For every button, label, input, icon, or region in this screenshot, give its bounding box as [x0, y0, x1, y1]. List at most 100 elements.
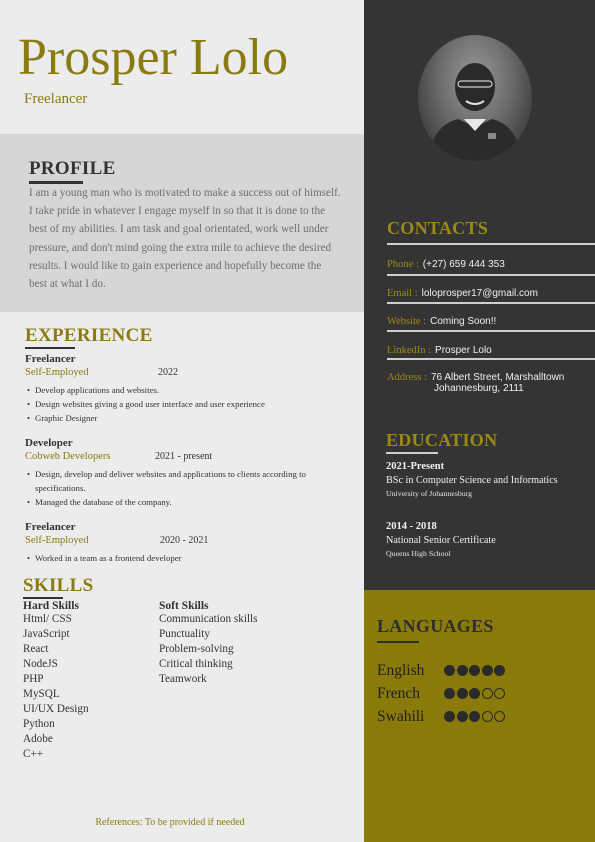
skill-item: MySQL	[23, 688, 60, 700]
skill-item: UI/UX Design	[23, 703, 89, 715]
skill-item: Python	[23, 718, 55, 730]
skill-item: NodeJS	[23, 658, 58, 670]
language-name: French	[377, 685, 421, 702]
contacts-divider	[387, 358, 595, 360]
empty-dot-icon	[494, 711, 505, 722]
person-silhouette-icon	[428, 63, 522, 161]
education-heading: EDUCATION	[386, 430, 498, 450]
filled-dot-icon	[444, 688, 455, 699]
linkedin-label: LinkedIn :	[387, 345, 432, 356]
education-school: Queens High School	[386, 549, 451, 558]
job-title: Developer	[25, 437, 73, 449]
education-date: 2014 - 2018	[386, 521, 437, 532]
skills-heading-underline	[23, 597, 63, 599]
skill-item: PHP	[23, 673, 44, 685]
soft-skills: Soft Skills Communication skills Punctua…	[159, 600, 349, 687]
experience-item: Developer Cobweb Developers 2021 - prese…	[25, 437, 355, 509]
filled-dot-icon	[444, 665, 455, 676]
filled-dot-icon	[456, 665, 468, 676]
proficiency-dots	[444, 711, 507, 724]
contacts-divider	[387, 302, 595, 304]
skill-item: Adobe	[23, 733, 53, 745]
address-line-2: Johannesburg, 2111	[434, 383, 524, 394]
contact-linkedin: LinkedIn : Prosper Lolo	[387, 340, 492, 358]
references-note: References: To be provided if needed	[95, 817, 245, 828]
hard-skills: Hard Skills Html/ CSS JavaScript React N…	[23, 600, 153, 762]
job-bullet: Managed the database of the company.	[25, 495, 355, 509]
contacts-heading: CONTACTS	[387, 218, 489, 238]
education-item: 2021-Present BSc in Computer Science and…	[386, 461, 591, 498]
job-title: Freelancer	[25, 521, 76, 533]
phone-value[interactable]: (+27) 659 444 353	[423, 259, 505, 270]
proficiency-dots	[444, 688, 507, 701]
contacts-divider	[387, 274, 595, 276]
skill-item: React	[23, 643, 49, 655]
skill-item: Html/ CSS	[23, 613, 72, 625]
address-label: Address :	[387, 372, 427, 383]
email-link[interactable]: loloprosper17@gmail.com	[422, 288, 538, 299]
contacts-divider	[387, 330, 595, 332]
filled-dot-icon	[469, 711, 480, 722]
job-date: 2021 - present	[155, 451, 213, 462]
experience-heading: EXPERIENCE	[25, 325, 153, 346]
language-name: Swahili	[377, 708, 425, 725]
empty-dot-icon	[481, 711, 493, 722]
job-date: 2020 - 2021	[160, 535, 209, 546]
profile-heading: PROFILE	[29, 158, 116, 179]
job-bullet: Design, develop and deliver websites and…	[25, 467, 355, 495]
job-bullet: Worked in a team as a frontend developer	[25, 551, 355, 565]
filled-dot-icon	[456, 711, 468, 722]
soft-skills-heading: Soft Skills	[159, 600, 209, 612]
skill-item: Problem-solving	[159, 643, 234, 655]
hard-skills-heading: Hard Skills	[23, 600, 79, 612]
job-company: Self-Employed	[25, 535, 89, 546]
education-school: University of Johannesburg	[386, 489, 473, 498]
education-heading-underline	[386, 452, 438, 454]
job-bullet: Develop applications and websites.	[25, 383, 355, 397]
job-bullet: Graphic Designer	[25, 411, 355, 425]
education-degree: BSc in Computer Science and Informatics	[386, 475, 558, 486]
job-company: Cobweb Developers	[25, 451, 111, 462]
experience-heading-underline	[25, 347, 75, 349]
skill-item: C++	[23, 748, 44, 760]
phone-label: Phone :	[387, 259, 419, 270]
job-title: Freelancer	[25, 353, 76, 365]
filled-dot-icon	[481, 665, 493, 676]
skill-item: JavaScript	[23, 628, 70, 640]
filled-dot-icon	[469, 688, 480, 699]
linkedin-link[interactable]: Prosper Lolo	[435, 345, 492, 356]
profile-text: I am a young man who is motivated to mak…	[29, 187, 341, 291]
contact-email: Email : loloprosper17@gmail.com	[387, 283, 538, 301]
address-line-1: 76 Albert Street, Marshalltown	[430, 372, 565, 383]
contact-website: Website : Coming Soon!!	[387, 311, 496, 329]
filled-dot-icon	[469, 665, 480, 676]
skill-item: Critical thinking	[159, 658, 233, 670]
proficiency-dots	[444, 665, 507, 678]
contacts-divider	[387, 243, 595, 245]
skills-heading: SKILLS	[23, 575, 94, 596]
education-date: 2021-Present	[386, 461, 445, 472]
languages-heading-underline	[377, 641, 419, 643]
candidate-name: Prosper Lolo	[18, 29, 289, 86]
contact-phone: Phone : (+27) 659 444 353	[387, 254, 505, 272]
profile-photo	[418, 35, 532, 161]
website-label: Website :	[387, 316, 427, 327]
language-name: English	[377, 662, 425, 679]
filled-dot-icon	[444, 711, 455, 722]
job-company: Self-Employed	[25, 367, 89, 378]
education-item: 2014 - 2018 National Senior Certificate …	[386, 521, 591, 558]
job-bullet: Design websites giving a good user inter…	[25, 397, 355, 411]
experience-item: Freelancer Self-Employed 2020 - 2021 Wor…	[25, 521, 355, 565]
filled-dot-icon	[456, 688, 468, 699]
empty-dot-icon	[494, 688, 505, 699]
filled-dot-icon	[494, 665, 505, 676]
candidate-role: Freelancer	[24, 91, 88, 107]
email-label: Email :	[387, 288, 418, 299]
skill-item: Communication skills	[159, 613, 258, 625]
experience-item: Freelancer Self-Employed 2022 Develop ap…	[25, 353, 355, 425]
empty-dot-icon	[481, 688, 493, 699]
education-degree: National Senior Certificate	[386, 535, 496, 546]
languages-heading: LANGUAGES	[377, 616, 494, 636]
skill-item: Teamwork	[159, 673, 207, 685]
job-date: 2022	[158, 367, 178, 378]
